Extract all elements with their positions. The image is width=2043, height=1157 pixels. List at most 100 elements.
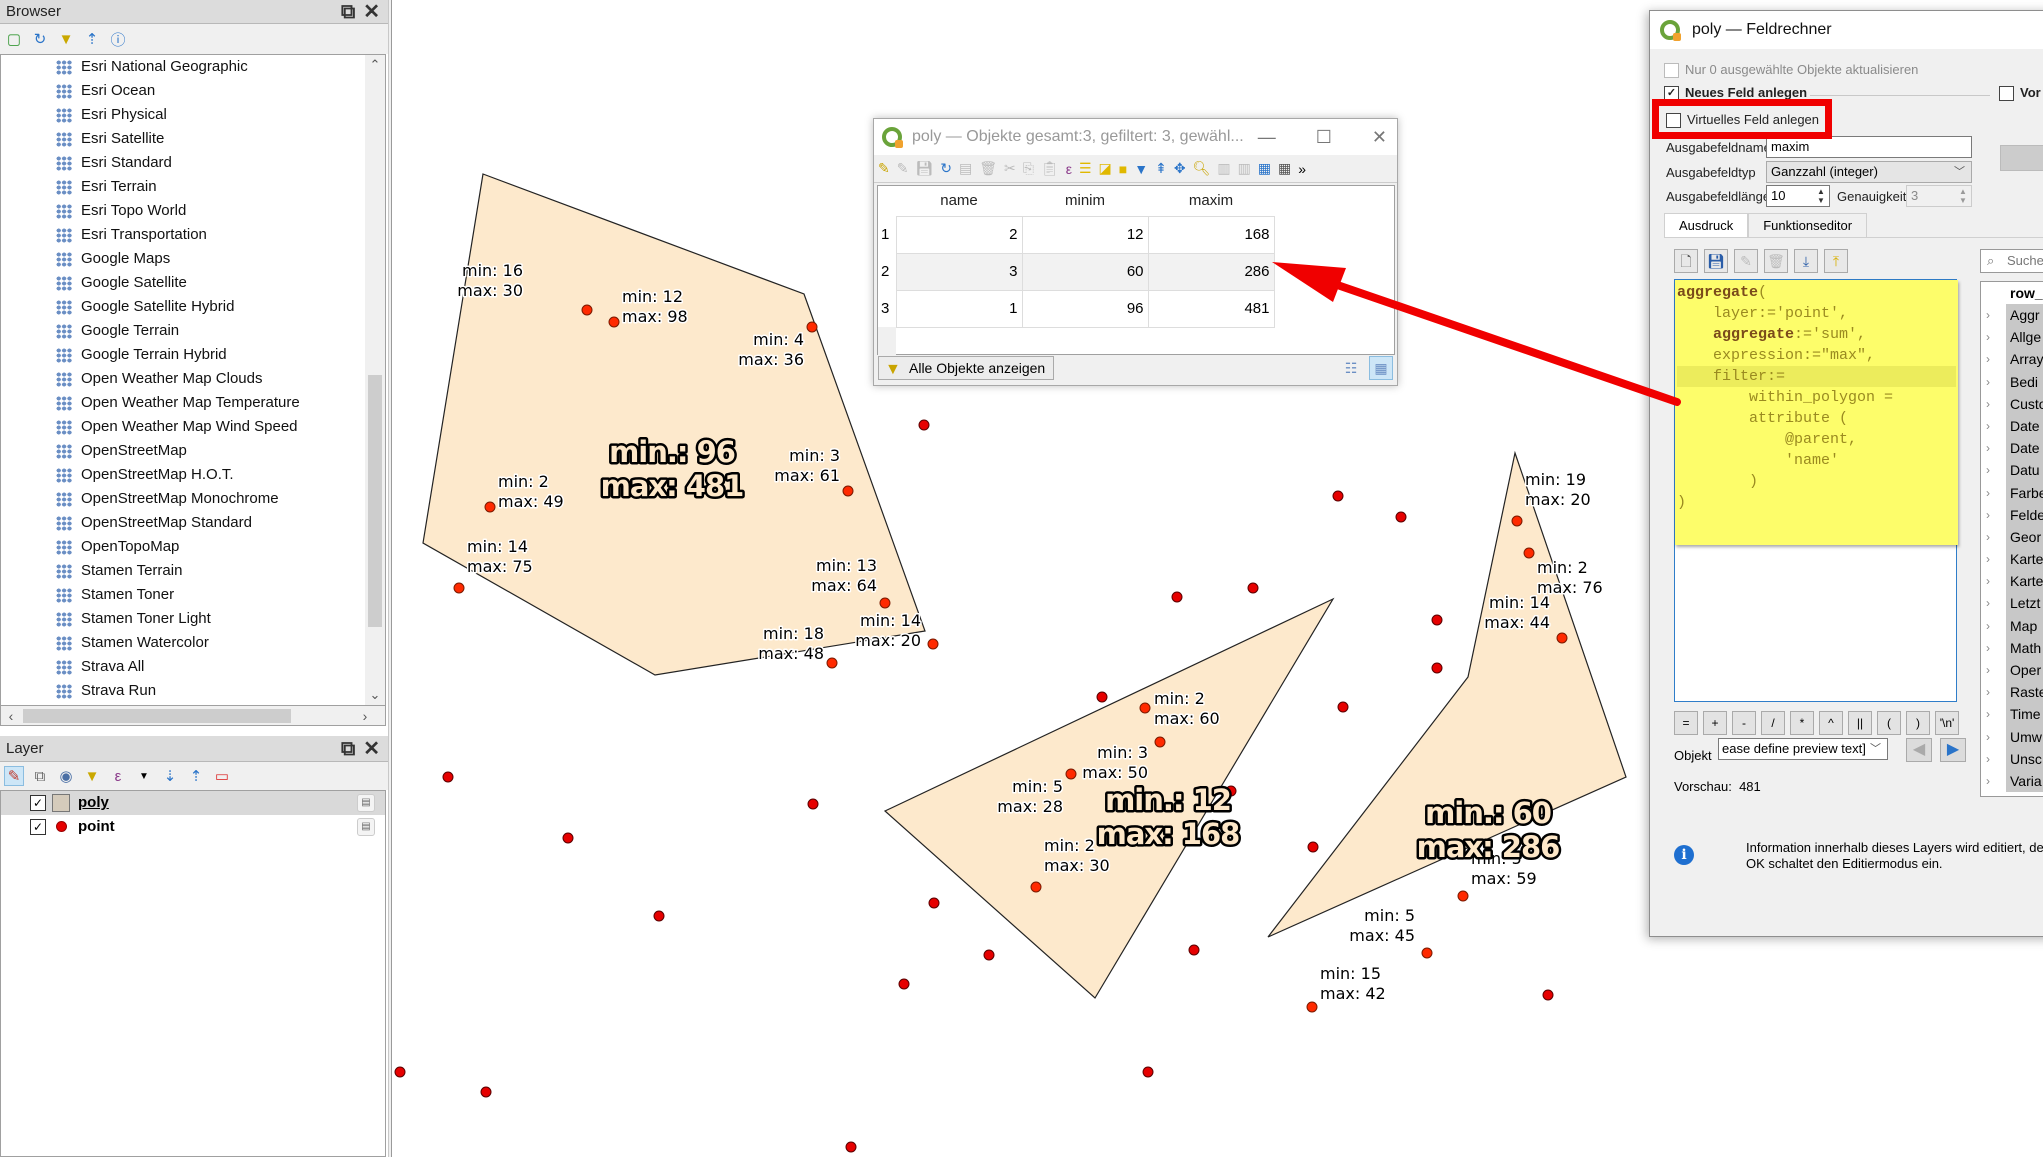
chevron-right-icon[interactable]: › <box>1986 392 2006 415</box>
memory-layer-icon[interactable]: ▤ <box>357 794 375 812</box>
point-feature[interactable] <box>1395 511 1407 523</box>
row-header[interactable]: 3 <box>878 290 896 327</box>
function-group-item[interactable]: › Bedi <box>1986 370 2043 393</box>
float-panel-icon[interactable]: ⧉ <box>341 738 355 760</box>
chevron-right-icon[interactable]: › <box>1986 636 2006 659</box>
browser-tree[interactable]: Esri National Geographic Esri Ocean Esri P… <box>0 54 386 706</box>
point-feature[interactable] <box>1523 547 1535 559</box>
table-row[interactable]: 1 2 12 168 <box>878 215 1275 254</box>
info-icon[interactable]: ⓘ <box>108 29 128 49</box>
point-feature[interactable] <box>484 501 496 513</box>
point-feature[interactable] <box>442 771 454 783</box>
browser-horizontal-scrollbar[interactable]: ‹ › <box>0 706 386 726</box>
point-feature[interactable] <box>562 832 574 844</box>
point-feature[interactable] <box>1511 515 1523 527</box>
output-type-select[interactable]: Ganzzahl (integer) ﹀ <box>1766 161 1972 183</box>
delete-feature-icon[interactable]: 🗑︎ <box>979 160 997 177</box>
operator-button[interactable]: = <box>1674 711 1698 735</box>
column-header[interactable]: name <box>896 186 1022 216</box>
operator-button[interactable]: + <box>1703 711 1727 735</box>
point-feature[interactable] <box>1139 702 1151 714</box>
select-all-icon[interactable]: ☰ <box>1079 160 1092 177</box>
browser-item[interactable]: Google Terrain <box>1 319 385 343</box>
output-name-input[interactable]: maxim <box>1766 136 1972 158</box>
function-group-item[interactable]: › Time <box>1986 703 2043 726</box>
point-feature[interactable] <box>480 1086 492 1098</box>
update-existing-checkbox[interactable] <box>1999 86 2014 102</box>
function-group-item[interactable]: › Geor <box>1986 525 2043 549</box>
point-feature[interactable] <box>1247 582 1259 594</box>
layer-tree[interactable]: ✓ poly ▤ ✓ point ▤ <box>0 790 386 1157</box>
point-feature[interactable] <box>807 798 819 810</box>
point-feature[interactable] <box>1171 591 1183 603</box>
scroll-down-icon[interactable]: ⌄ <box>365 685 385 705</box>
function-group-item[interactable]: › Farbe <box>1986 481 2043 504</box>
float-panel-icon[interactable]: ⧉ <box>341 1 355 23</box>
function-group-item[interactable]: › Date <box>1986 437 2043 460</box>
function-group-item[interactable]: › Raste <box>1986 681 2043 704</box>
spin-arrows-icon[interactable]: ▲ ▼ <box>1956 187 1970 205</box>
close-icon[interactable]: ✕ <box>1372 119 1387 155</box>
point-feature[interactable] <box>1431 614 1443 626</box>
browser-item[interactable]: Esri Topo World <box>1 199 385 223</box>
function-group-item[interactable]: › Felde <box>1986 503 2043 526</box>
output-length-spinbox[interactable]: 10 ▲ ▼ <box>1766 185 1830 207</box>
reload-icon[interactable]: ↻ <box>940 160 952 177</box>
collapse-all-icon[interactable]: ⇡ <box>186 766 206 786</box>
browser-item[interactable]: OpenStreetMap H.O.T. <box>1 463 385 487</box>
layer-visibility-checkbox[interactable]: ✓ <box>30 819 46 835</box>
expression-code[interactable]: aggregate( layer:='point', aggregate:='s… <box>1675 280 1958 545</box>
scroll-left-icon[interactable]: ‹ <box>1 706 21 726</box>
pan-to-selection-icon[interactable]: ✥ <box>1174 160 1186 177</box>
deselect-icon[interactable]: ■ <box>1119 161 1127 177</box>
point-feature[interactable] <box>1332 490 1344 502</box>
function-group-item[interactable]: › Aggr <box>1986 304 2043 327</box>
invert-selection-icon[interactable]: ◪ <box>1099 160 1112 177</box>
point-feature[interactable] <box>1542 989 1554 1001</box>
point-feature[interactable] <box>608 316 620 328</box>
chevron-right-icon[interactable]: › <box>1986 592 2006 615</box>
function-group-item[interactable]: › Math <box>1986 636 2043 659</box>
field-select-dropdown[interactable] <box>2000 145 2043 171</box>
scroll-up-icon[interactable]: ⌃ <box>365 55 385 75</box>
tab-function-editor[interactable]: Funktionseditor <box>1748 213 1868 237</box>
export-expression-icon[interactable]: ⤒ <box>1824 249 1848 273</box>
point-feature[interactable] <box>1431 662 1443 674</box>
expression-editor[interactable]: aggregate( layer:='point', aggregate:='s… <box>1674 279 1958 702</box>
browser-item[interactable]: Stamen Toner Light <box>1 607 385 631</box>
browser-item[interactable]: Esri Standard <box>1 151 385 175</box>
chevron-right-icon[interactable]: › <box>1986 570 2006 593</box>
browser-item[interactable]: OpenStreetMap Standard <box>1 511 385 535</box>
delete-expression-icon[interactable]: 🗑︎ <box>1764 249 1788 273</box>
point-feature[interactable] <box>1556 632 1568 644</box>
filter-legend-icon[interactable]: ▼ <box>82 766 102 786</box>
layer-visibility-checkbox[interactable]: ✓ <box>30 795 46 811</box>
save-edits-icon[interactable]: 💾︎ <box>915 160 933 177</box>
function-group-item[interactable]: › Karte <box>1986 548 2043 571</box>
function-group-item[interactable]: › Datu <box>1986 459 2043 482</box>
import-expression-icon[interactable]: ⤓ <box>1794 249 1818 273</box>
browser-item[interactable]: Stamen Terrain <box>1 559 385 583</box>
table-row[interactable]: 3 1 96 481 <box>878 289 1275 328</box>
zoom-to-selection-icon[interactable]: 🔍︎ <box>1193 160 1211 177</box>
function-list[interactable]: row_ › Aggr › Allge › Array › Bedi › Custo › Date › D… <box>1980 281 2043 797</box>
precision-spinbox[interactable]: 3 ▲ ▼ <box>1906 185 1972 207</box>
table-cell-maxim[interactable]: 286 <box>1147 252 1275 291</box>
chevron-right-icon[interactable]: › <box>1986 769 2006 792</box>
field-calculator-titlebar[interactable]: poly — Feldrechner <box>1650 11 2043 49</box>
previous-feature-button[interactable]: ◀ <box>1906 738 1932 762</box>
edit-expression-icon[interactable]: ✎ <box>1734 249 1758 273</box>
show-all-features-button[interactable]: ▼ Alle Objekte anzeigen <box>878 356 1055 380</box>
browser-vertical-scrollbar[interactable]: ⌃ ⌄ <box>365 55 385 705</box>
chevron-right-icon[interactable]: › <box>1986 326 2006 349</box>
chevron-right-icon[interactable]: › <box>1986 548 2006 571</box>
point-feature[interactable] <box>453 582 465 594</box>
browser-item[interactable]: Esri Terrain <box>1 175 385 199</box>
point-feature[interactable] <box>1457 890 1469 902</box>
point-feature[interactable] <box>898 978 910 990</box>
refresh-icon[interactable]: ↻ <box>30 29 50 49</box>
function-group-item[interactable]: › Oper <box>1986 659 2043 682</box>
point-feature[interactable] <box>842 485 854 497</box>
minimize-icon[interactable]: — <box>1258 119 1276 155</box>
browser-item[interactable]: Stamen Watercolor <box>1 631 385 655</box>
